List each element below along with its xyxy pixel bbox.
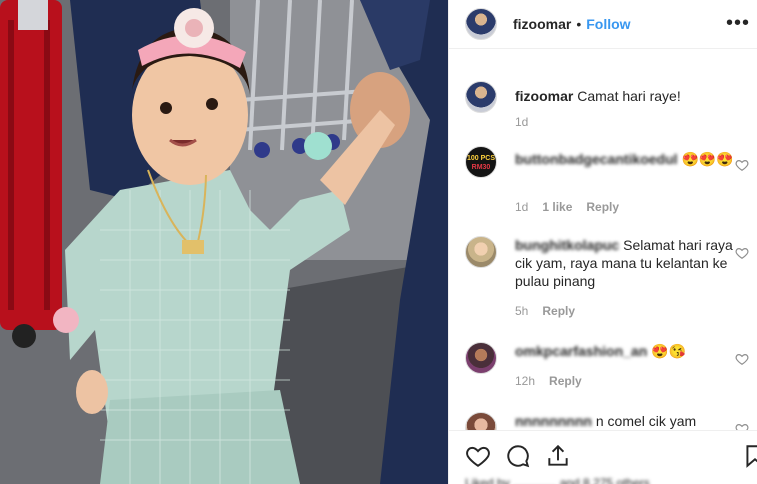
comment-time[interactable]: 1d — [515, 200, 528, 214]
comment-time[interactable]: 5h — [515, 304, 528, 318]
comment-text: n comel cik yam — [595, 413, 697, 429]
caption-username[interactable]: fizoomar — [515, 88, 573, 104]
commenter-username[interactable]: nnnnnnnnn — [515, 413, 592, 429]
post-photo[interactable] — [0, 0, 448, 484]
commenter-avatar[interactable] — [465, 412, 497, 430]
photo-illustration — [0, 0, 448, 484]
heart-icon[interactable] — [735, 246, 749, 260]
follow-button[interactable]: Follow — [586, 16, 630, 32]
comment-text: 😍😍😍 — [681, 151, 734, 167]
avatar-text-bottom: RM30 — [471, 164, 491, 171]
author-avatar[interactable] — [465, 8, 497, 40]
separator-dot: • — [576, 16, 582, 32]
avatar-text-top: 100 PCS — [466, 155, 496, 162]
reply-button[interactable]: Reply — [549, 374, 582, 388]
caption-text: Camat hari raye! — [577, 88, 681, 104]
comment-text: 😍😘 — [651, 343, 687, 359]
caption-meta: 1d — [515, 115, 528, 129]
caption-avatar[interactable] — [465, 81, 497, 113]
reply-button[interactable]: Reply — [542, 304, 575, 318]
heart-icon[interactable] — [735, 158, 749, 172]
heart-icon[interactable] — [735, 352, 749, 366]
post-header: fizoomar • Follow ••• — [449, 0, 757, 49]
more-options-icon[interactable]: ••• — [726, 13, 750, 33]
heart-icon[interactable] — [735, 422, 749, 430]
commenter-username[interactable]: omkpcarfashion_an — [515, 343, 647, 359]
heart-icon[interactable] — [465, 443, 491, 469]
author-username[interactable]: fizoomar — [513, 16, 571, 32]
caption-time[interactable]: 1d — [515, 115, 528, 129]
commenter-username[interactable]: buttonbadgecantikoedul — [515, 151, 678, 167]
commenter-avatar[interactable] — [465, 342, 497, 374]
comment-meta: 1d 1 like Reply — [515, 200, 619, 214]
comment-likes[interactable]: 1 like — [542, 200, 572, 214]
comments-list[interactable]: fizoomar Camat hari raye! 1d 100 PCS RM3… — [449, 50, 757, 430]
post-actions: Liked by ............. and 8,275 others — [449, 430, 757, 484]
comment-icon[interactable] — [505, 443, 531, 469]
post-sidebar: fizoomar • Follow ••• fizoomar Camat har… — [448, 0, 757, 484]
reply-button[interactable]: Reply — [586, 200, 619, 214]
comment-meta: 5h Reply — [515, 304, 575, 318]
commenter-avatar[interactable]: 100 PCS RM30 — [465, 146, 497, 178]
commenter-username[interactable]: bunghitkolapuc — [515, 237, 619, 253]
comment-time[interactable]: 12h — [515, 374, 535, 388]
bookmark-icon[interactable] — [742, 443, 757, 469]
commenter-avatar[interactable] — [465, 236, 497, 268]
share-icon[interactable] — [545, 443, 571, 469]
likes-summary[interactable]: Liked by ............. and 8,275 others — [449, 476, 757, 484]
comment-meta: 12h Reply — [515, 374, 582, 388]
